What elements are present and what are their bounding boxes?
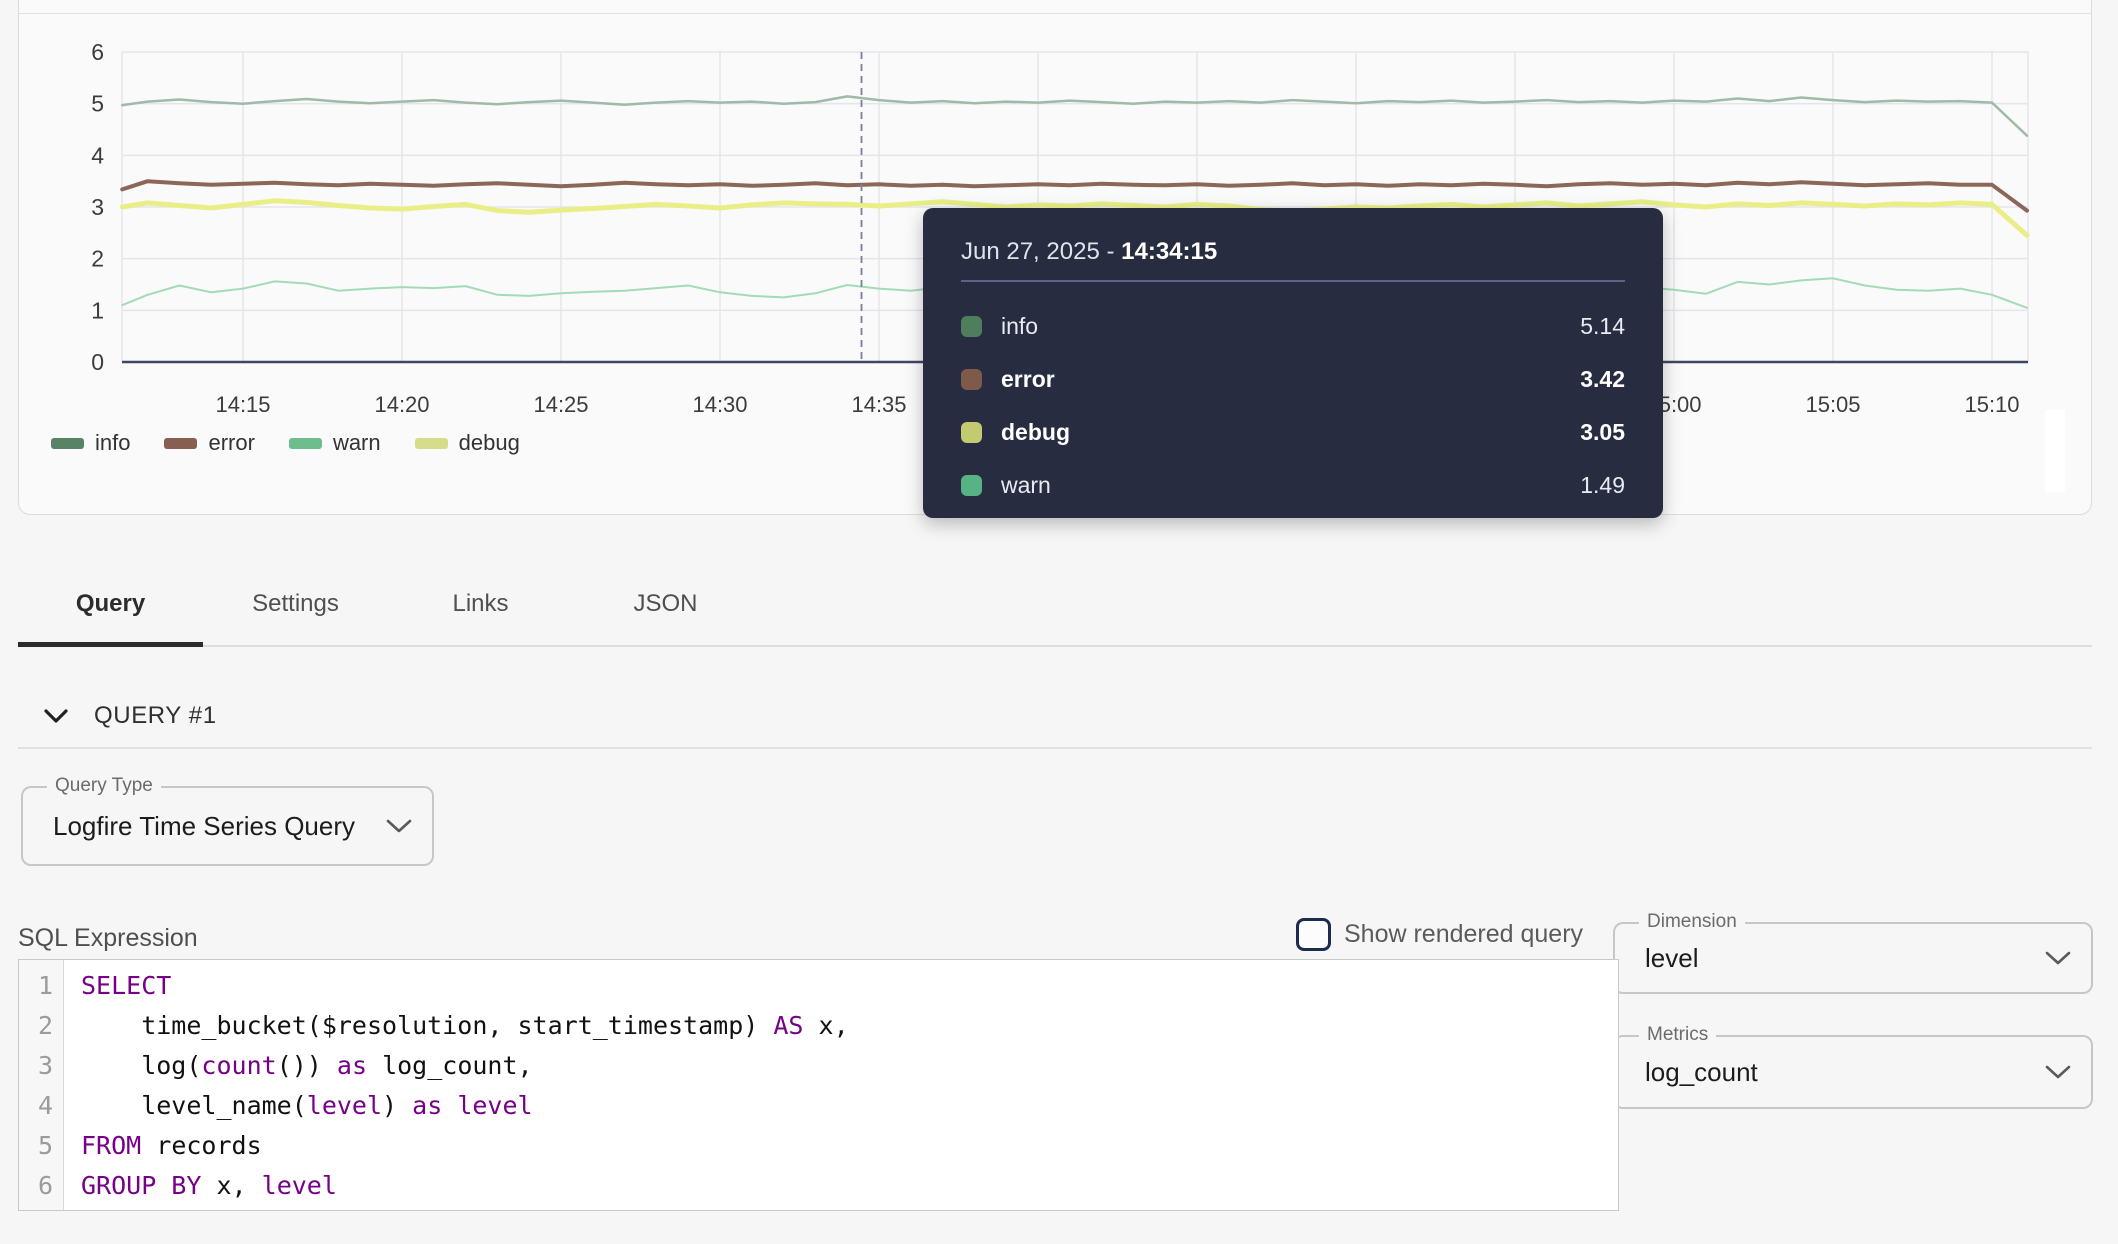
legend-label: info	[95, 430, 130, 456]
tooltip-series-value: 3.42	[1580, 366, 1625, 393]
tooltip-row-warn: warn 1.49	[961, 459, 1625, 512]
tab-query[interactable]: Query	[18, 566, 203, 642]
y-axis-tick-label: 0	[91, 349, 104, 375]
tooltip-timestamp: Jun 27, 2025 - 14:34:15	[961, 238, 1217, 266]
x-axis-tick-label: 15:05	[1805, 392, 1860, 417]
tooltip-series-value: 5.14	[1580, 313, 1625, 340]
tooltip-series-value: 3.05	[1580, 419, 1625, 446]
x-axis-tick-label: 14:35	[851, 392, 906, 417]
chart-legend: info error warn debug	[51, 430, 520, 456]
dimension-value: level	[1645, 924, 1698, 992]
tooltip-row-info: info 5.14	[961, 300, 1625, 353]
line-number: 4	[19, 1086, 63, 1126]
code-line: log(count()) as log_count,	[81, 1046, 1618, 1086]
y-axis-tick-label: 4	[91, 142, 104, 168]
tooltip-row-error: error 3.42	[961, 353, 1625, 406]
x-axis-tick-label: 14:30	[692, 392, 747, 417]
legend-swatch-warn	[289, 438, 322, 449]
code-line: time_bucket($resolution, start_timestamp…	[81, 1006, 1618, 1046]
tooltip-row-debug: debug 3.05	[961, 406, 1625, 459]
editor-line-number-gutter: 123456	[19, 960, 64, 1210]
legend-label: error	[208, 430, 254, 456]
series-line-info	[122, 96, 2027, 135]
tooltip-divider	[961, 280, 1625, 282]
line-number: 6	[19, 1166, 63, 1206]
legend-swatch-error	[164, 438, 197, 449]
active-tab-underline	[18, 642, 203, 647]
query-1-section-header[interactable]: QUERY #1	[44, 698, 217, 734]
show-rendered-query-label: Show rendered query	[1344, 920, 1583, 949]
x-axis-tick-label: 15:10	[1964, 392, 2019, 417]
section-divider	[18, 747, 2092, 749]
legend-label: debug	[459, 430, 520, 456]
tooltip-series-label: info	[1001, 313, 1038, 340]
line-number: 5	[19, 1126, 63, 1166]
legend-swatch-debug	[415, 438, 448, 449]
tooltip-swatch-warn	[961, 475, 982, 496]
code-line: GROUP BY x, level	[81, 1166, 1618, 1206]
tooltip-series-label: error	[1001, 366, 1055, 393]
legend-swatch-info	[51, 438, 84, 449]
tooltip-swatch-debug	[961, 422, 982, 443]
tooltip-swatch-info	[961, 316, 982, 337]
x-axis-tick-label: 14:20	[374, 392, 429, 417]
code-line: SELECT	[81, 966, 1618, 1006]
metrics-value: log_count	[1645, 1037, 1758, 1107]
tab-json[interactable]: JSON	[573, 566, 758, 642]
dimension-select[interactable]: Dimension level	[1613, 922, 2093, 994]
editor-code-area[interactable]: SELECT time_bucket($resolution, start_ti…	[65, 960, 1618, 1210]
chart-scrollbar-thumb[interactable]	[2045, 410, 2065, 492]
chevron-down-icon	[386, 819, 412, 834]
legend-label: warn	[333, 430, 381, 456]
show-rendered-query-checkbox[interactable]	[1296, 918, 1331, 951]
legend-item-debug[interactable]: debug	[415, 430, 520, 456]
show-rendered-query-toggle[interactable]: Show rendered query	[1296, 918, 1583, 951]
legend-item-info[interactable]: info	[51, 430, 130, 456]
query-type-value: Logfire Time Series Query	[53, 788, 355, 864]
sql-expression-label: SQL Expression	[18, 924, 198, 953]
tooltip-series-label: warn	[1001, 472, 1051, 499]
y-axis-tick-label: 5	[91, 91, 104, 117]
query-type-select[interactable]: Query Type Logfire Time Series Query	[21, 786, 434, 866]
tab-links[interactable]: Links	[388, 566, 573, 642]
legend-item-warn[interactable]: warn	[289, 430, 381, 456]
chevron-down-icon	[2045, 1065, 2071, 1080]
tab-settings[interactable]: Settings	[203, 566, 388, 642]
chevron-down-icon	[44, 709, 68, 723]
sql-editor[interactable]: 123456 SELECT time_bucket($resolution, s…	[18, 959, 1619, 1211]
y-axis-tick-label: 1	[91, 297, 104, 323]
y-axis-tick-label: 3	[91, 194, 104, 220]
x-axis-tick-label: 14:25	[533, 392, 588, 417]
tooltip-series-value: 1.49	[1580, 472, 1625, 499]
tooltip-swatch-error	[961, 369, 982, 390]
x-axis-tick-label: 14:15	[215, 392, 270, 417]
tab-baseline	[18, 645, 2092, 647]
line-number: 1	[19, 966, 63, 1006]
tooltip-rows: info 5.14 error 3.42 debug 3.05 warn 1.49	[961, 300, 1625, 512]
metrics-select[interactable]: Metrics log_count	[1613, 1035, 2093, 1109]
query-section-title: QUERY #1	[94, 702, 217, 730]
code-line: FROM records	[81, 1126, 1618, 1166]
y-axis-tick-label: 2	[91, 246, 104, 272]
tooltip-series-label: debug	[1001, 419, 1070, 446]
code-line: level_name(level) as level	[81, 1086, 1618, 1126]
chart-tooltip: Jun 27, 2025 - 14:34:15 info 5.14 error 3.4…	[923, 208, 1663, 518]
legend-item-error[interactable]: error	[164, 430, 254, 456]
line-number: 2	[19, 1006, 63, 1046]
line-number: 3	[19, 1046, 63, 1086]
chevron-down-icon	[2045, 951, 2071, 966]
tab-bar: QuerySettingsLinksJSON	[18, 566, 758, 642]
y-axis-tick-label: 6	[91, 39, 104, 65]
